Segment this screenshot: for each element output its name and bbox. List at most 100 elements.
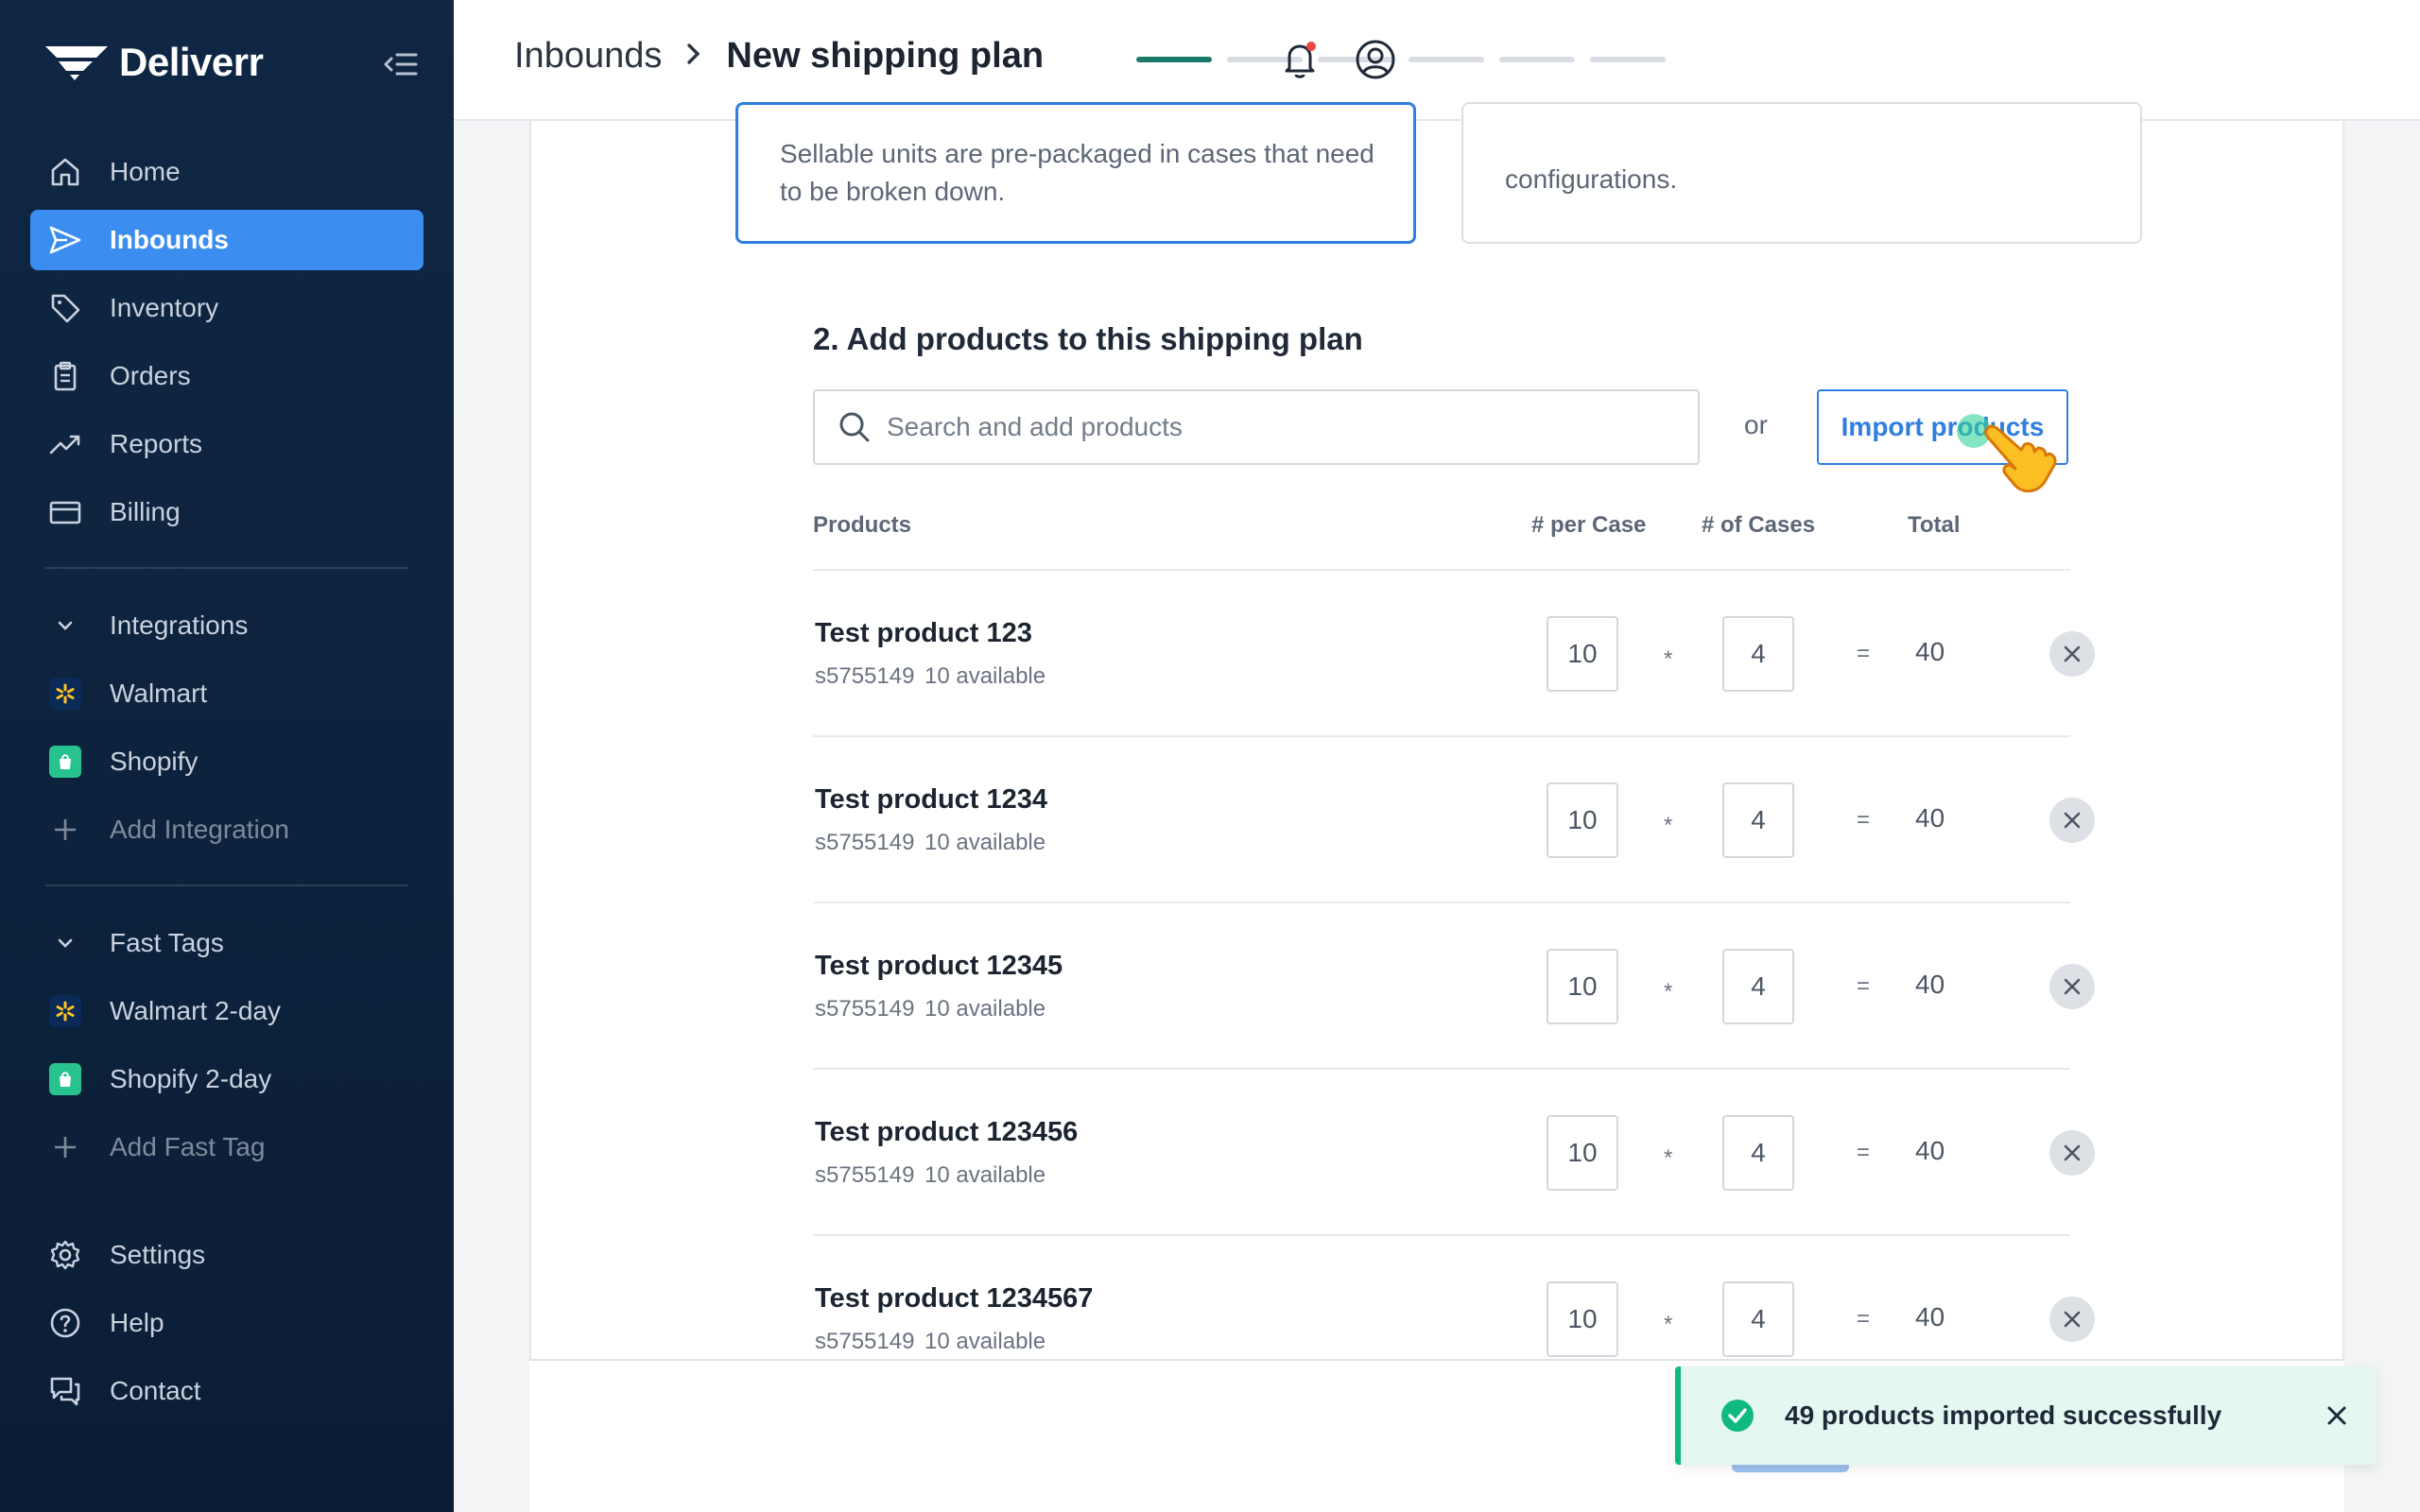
plus-icon (47, 1129, 83, 1165)
remove-product-button[interactable] (2049, 631, 2095, 677)
cases-input[interactable] (1722, 782, 1794, 858)
sidebar-item-settings[interactable]: Settings (30, 1225, 424, 1285)
product-availability: 10 available (925, 996, 1046, 1022)
sidebar-item-label: Inbounds (110, 225, 229, 254)
sidebar-item-label: Help (110, 1308, 164, 1337)
option-card-selected[interactable]: Sellable units are pre-packaged in cases… (735, 102, 1416, 244)
remove-product-button[interactable] (2049, 798, 2095, 843)
column-header: # of Cases (1702, 512, 1816, 538)
help-icon (47, 1305, 83, 1341)
notification-bell-icon[interactable] (1278, 38, 1322, 81)
sidebar-item-home[interactable]: Home (30, 142, 424, 202)
brand[interactable]: Deliverr (43, 40, 264, 85)
progress-step-1 (1136, 57, 1212, 62)
sidebar-item-label: Walmart (110, 679, 208, 708)
pointing-hand-cursor-icon (1984, 424, 2057, 493)
walmart-badge (47, 993, 83, 1029)
add-integration-button[interactable]: Add Integration (30, 799, 424, 860)
collapse-sidebar-icon[interactable] (376, 45, 420, 83)
progress-step-5 (1499, 57, 1575, 62)
sidebar-item-reports[interactable]: Reports (30, 414, 424, 474)
sidebar-item-shopify-2day[interactable]: Shopify 2-day (30, 1049, 424, 1109)
option-card-text: configurations. (1505, 164, 1678, 194)
chat-icon (47, 1373, 83, 1409)
trending-up-icon (47, 426, 83, 462)
sidebar-item-walmart-2day[interactable]: Walmart 2-day (30, 981, 424, 1041)
main-card: Sellable units are pre-packaged in cases… (529, 102, 2344, 1512)
sidebar-item-label: Inventory (110, 293, 219, 322)
cases-input[interactable] (1722, 616, 1794, 692)
product-sku: s5755149 (815, 663, 915, 689)
sidebar-item-label: Contact (110, 1376, 201, 1405)
option-card[interactable]: configurations. (1461, 102, 2142, 244)
sidebar-item-contact[interactable]: Contact (30, 1361, 424, 1421)
table-row: Test product 123456 s5755149 10 availabl… (813, 1068, 2095, 1234)
sidebar: Deliverr Home Inbounds Inventory Orders … (0, 0, 454, 1512)
per-case-input[interactable] (1547, 616, 1618, 692)
sidebar-item-label: Shopify 2-day (110, 1064, 272, 1093)
sidebar-item-label: Orders (110, 361, 191, 390)
equals-symbol: = (1857, 1306, 1871, 1332)
row-total: 40 (1915, 1136, 1945, 1165)
or-separator: or (1744, 410, 1768, 439)
per-case-input[interactable] (1547, 1281, 1618, 1357)
remove-product-button[interactable] (2049, 964, 2095, 1009)
sidebar-item-billing[interactable]: Billing (30, 482, 424, 542)
walmart-badge (47, 676, 83, 712)
walmart-icon (49, 995, 81, 1027)
tag-icon (47, 290, 83, 326)
step-progress (1136, 57, 1666, 62)
close-icon (2064, 1311, 2081, 1328)
sidebar-item-inventory[interactable]: Inventory (30, 278, 424, 338)
fast-tags-toggle[interactable]: Fast Tags (30, 913, 424, 973)
product-name: Test product 12345 (815, 951, 1063, 981)
cases-input[interactable] (1722, 949, 1794, 1024)
close-icon (2064, 645, 2081, 662)
product-sku: s5755149 (815, 1162, 915, 1188)
search-input[interactable] (887, 412, 1681, 442)
row-total: 40 (1915, 1302, 1945, 1332)
cases-input[interactable] (1722, 1115, 1794, 1191)
times-symbol: * (1664, 646, 1673, 672)
per-case-input[interactable] (1547, 782, 1618, 858)
clipboard-icon (47, 358, 83, 394)
sidebar-item-walmart[interactable]: Walmart (30, 663, 424, 724)
sidebar-item-help[interactable]: Help (30, 1293, 424, 1353)
close-icon (2064, 812, 2081, 829)
shopify-icon (49, 746, 81, 778)
times-symbol: * (1664, 813, 1673, 838)
product-sku: s5755149 (815, 830, 915, 855)
sidebar-item-orders[interactable]: Orders (30, 346, 424, 406)
shopify-badge (47, 1061, 83, 1097)
equals-symbol: = (1857, 1140, 1871, 1165)
cases-input[interactable] (1722, 1281, 1794, 1357)
close-icon (2064, 978, 2081, 995)
close-icon[interactable] (2322, 1400, 2352, 1431)
product-sku: s5755149 (815, 1329, 915, 1354)
row-total: 40 (1915, 970, 1945, 999)
chevron-right-icon (684, 38, 703, 75)
remove-product-button[interactable] (2049, 1297, 2095, 1342)
credit-card-icon (47, 494, 83, 530)
integrations-toggle[interactable]: Integrations (30, 595, 424, 656)
table-row: Test product 1234 s5755149 10 available … (813, 735, 2095, 902)
sidebar-item-label: Shopify (110, 747, 199, 776)
per-case-input[interactable] (1547, 949, 1618, 1024)
remove-product-button[interactable] (2049, 1130, 2095, 1176)
section-title: 2. Add products to this shipping plan (813, 321, 1363, 356)
deliverr-logo-icon (45, 46, 108, 80)
sidebar-divider (45, 885, 408, 886)
per-case-input[interactable] (1547, 1115, 1618, 1191)
sidebar-item-shopify[interactable]: Shopify (30, 731, 424, 792)
add-fast-tag-button[interactable]: Add Fast Tag (30, 1117, 424, 1177)
product-name: Test product 123 (815, 618, 1032, 648)
gear-icon (47, 1237, 83, 1273)
breadcrumb-inbounds-link[interactable]: Inbounds (514, 36, 662, 77)
user-account-icon[interactable] (1354, 38, 1397, 81)
product-search[interactable] (813, 389, 1700, 465)
table-header: Products # per Case # of Cases Total (813, 512, 2070, 559)
sidebar-item-inbounds[interactable]: Inbounds (30, 210, 424, 270)
send-icon (47, 222, 83, 258)
column-header: Products (813, 512, 912, 538)
product-availability: 10 available (925, 1329, 1046, 1354)
